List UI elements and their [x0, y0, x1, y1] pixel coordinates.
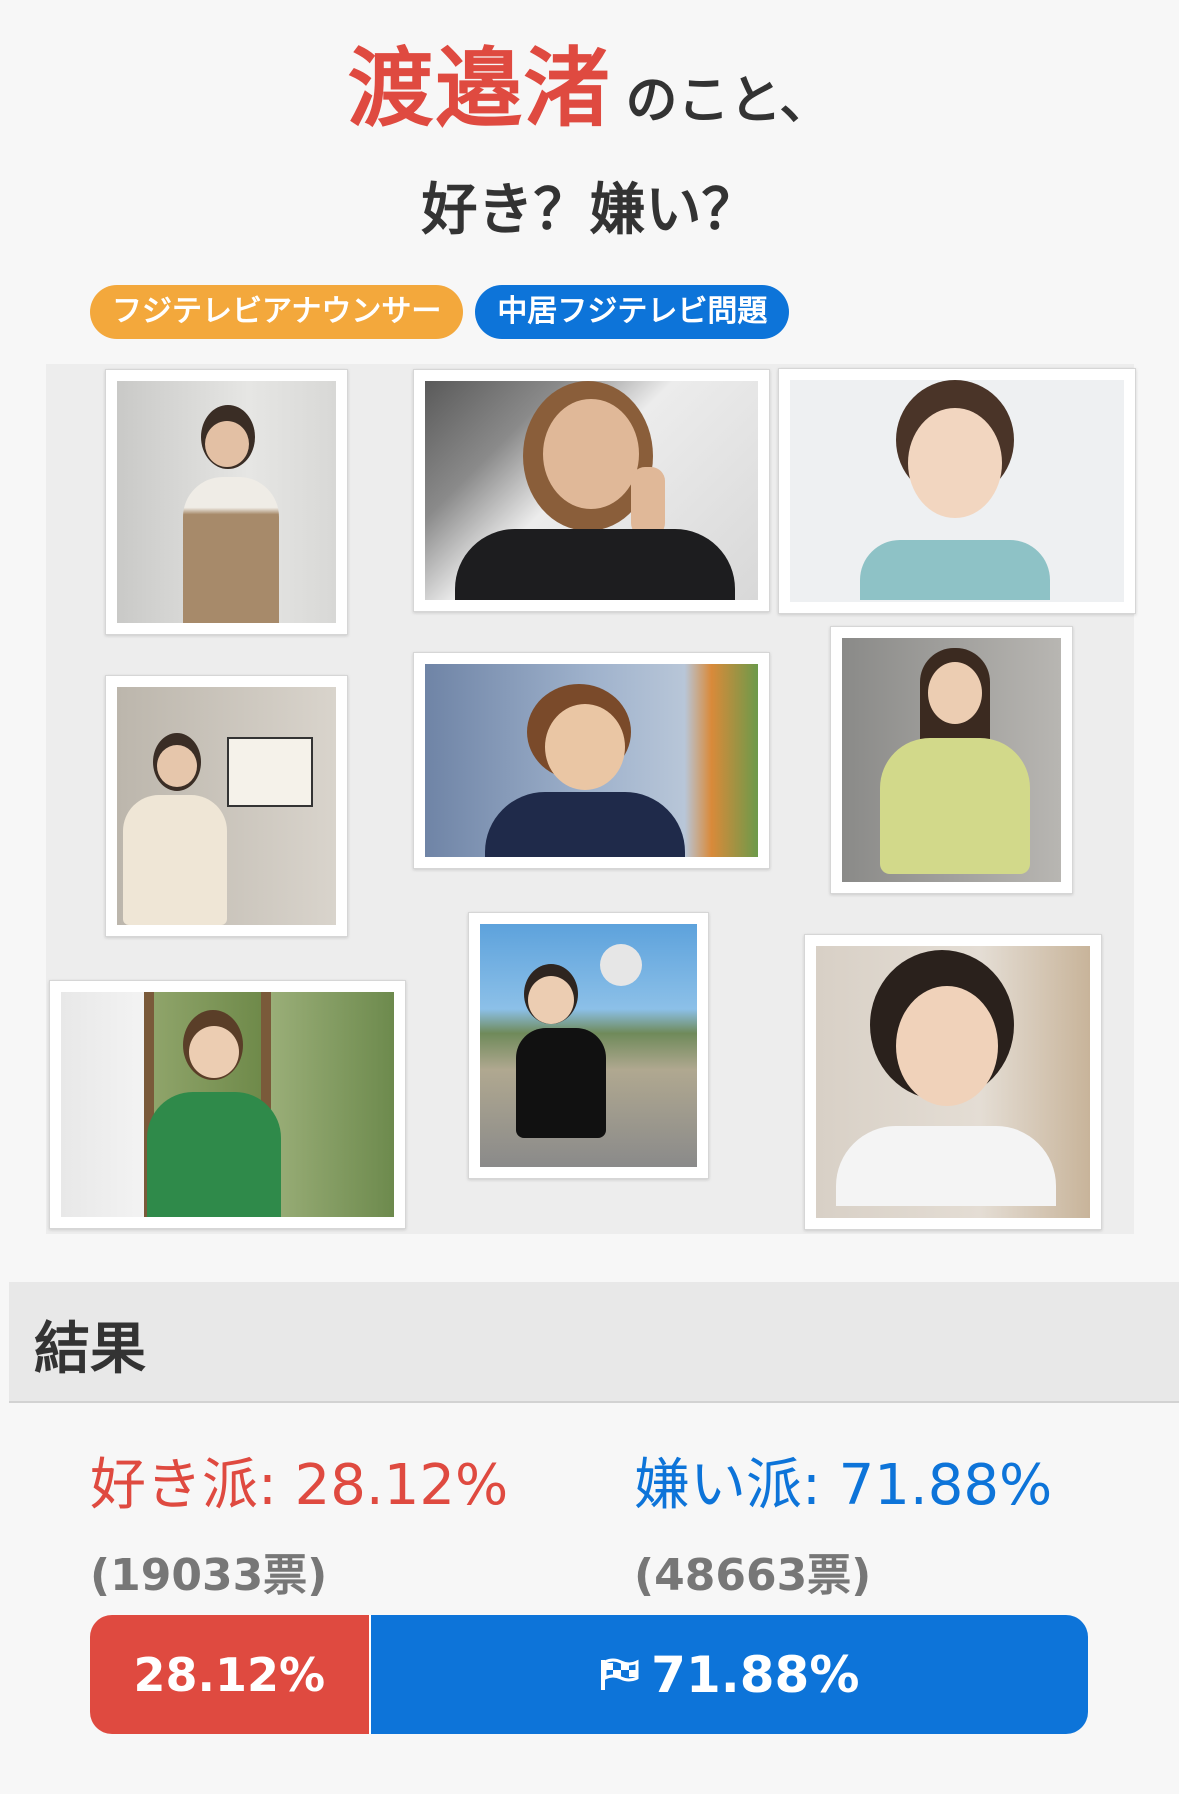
photo-image: [816, 946, 1090, 1218]
page-title: 渡邉渚 のこと、: [0, 18, 1179, 143]
photo-image: [117, 687, 336, 925]
person-name: 渡邉渚: [347, 39, 612, 139]
page-question: 好き？嫌い？: [421, 178, 758, 243]
flag-icon: [599, 1646, 641, 1704]
photo-image: [61, 992, 394, 1217]
photo-image: [790, 380, 1124, 602]
dislike-bar-segment: 71.88%: [370, 1615, 1088, 1734]
photo-8[interactable]: [468, 912, 709, 1179]
like-bar-label: 28.12%: [133, 1647, 326, 1702]
photo-5[interactable]: [413, 652, 770, 869]
result-bar: 28.12% 71.88%: [90, 1615, 1088, 1734]
tag-fuji-announcer[interactable]: フジテレビアナウンサー: [90, 285, 464, 339]
photo-image: [425, 664, 758, 857]
photo-1[interactable]: [105, 369, 348, 635]
photo-2[interactable]: [413, 369, 770, 612]
photo-7[interactable]: [49, 980, 406, 1229]
dislike-bar-label: 71.88%: [651, 1645, 860, 1704]
result-header: 結果: [9, 1282, 1179, 1403]
result-title: 結果: [34, 1317, 146, 1382]
like-bar-segment: 28.12%: [90, 1615, 371, 1734]
photo-image: [117, 381, 336, 623]
photo-image: [842, 638, 1061, 882]
title-suffix: のこと、: [625, 71, 832, 131]
photo-4[interactable]: [105, 675, 348, 937]
tag-list: フジテレビアナウンサー 中居フジテレビ問題: [90, 285, 790, 339]
like-percentage: 好き派: 28.12%: [90, 1453, 509, 1518]
dislike-votes: (48663票): [634, 1550, 872, 1601]
photo-6[interactable]: [830, 626, 1073, 894]
like-votes: (19033票): [90, 1550, 328, 1601]
dislike-stat: 嫌い派: 71.88% (48663票): [634, 1440, 1052, 1603]
photo-image: [480, 924, 697, 1167]
dislike-percentage: 嫌い派: 71.88%: [634, 1453, 1053, 1518]
photo-9[interactable]: [804, 934, 1102, 1230]
tag-nakai-issue[interactable]: 中居フジテレビ問題: [475, 285, 790, 339]
like-stat: 好き派: 28.12% (19033票): [90, 1440, 508, 1603]
photo-collage: [46, 364, 1136, 1234]
photo-image: [425, 381, 758, 600]
photo-3[interactable]: [778, 368, 1136, 614]
